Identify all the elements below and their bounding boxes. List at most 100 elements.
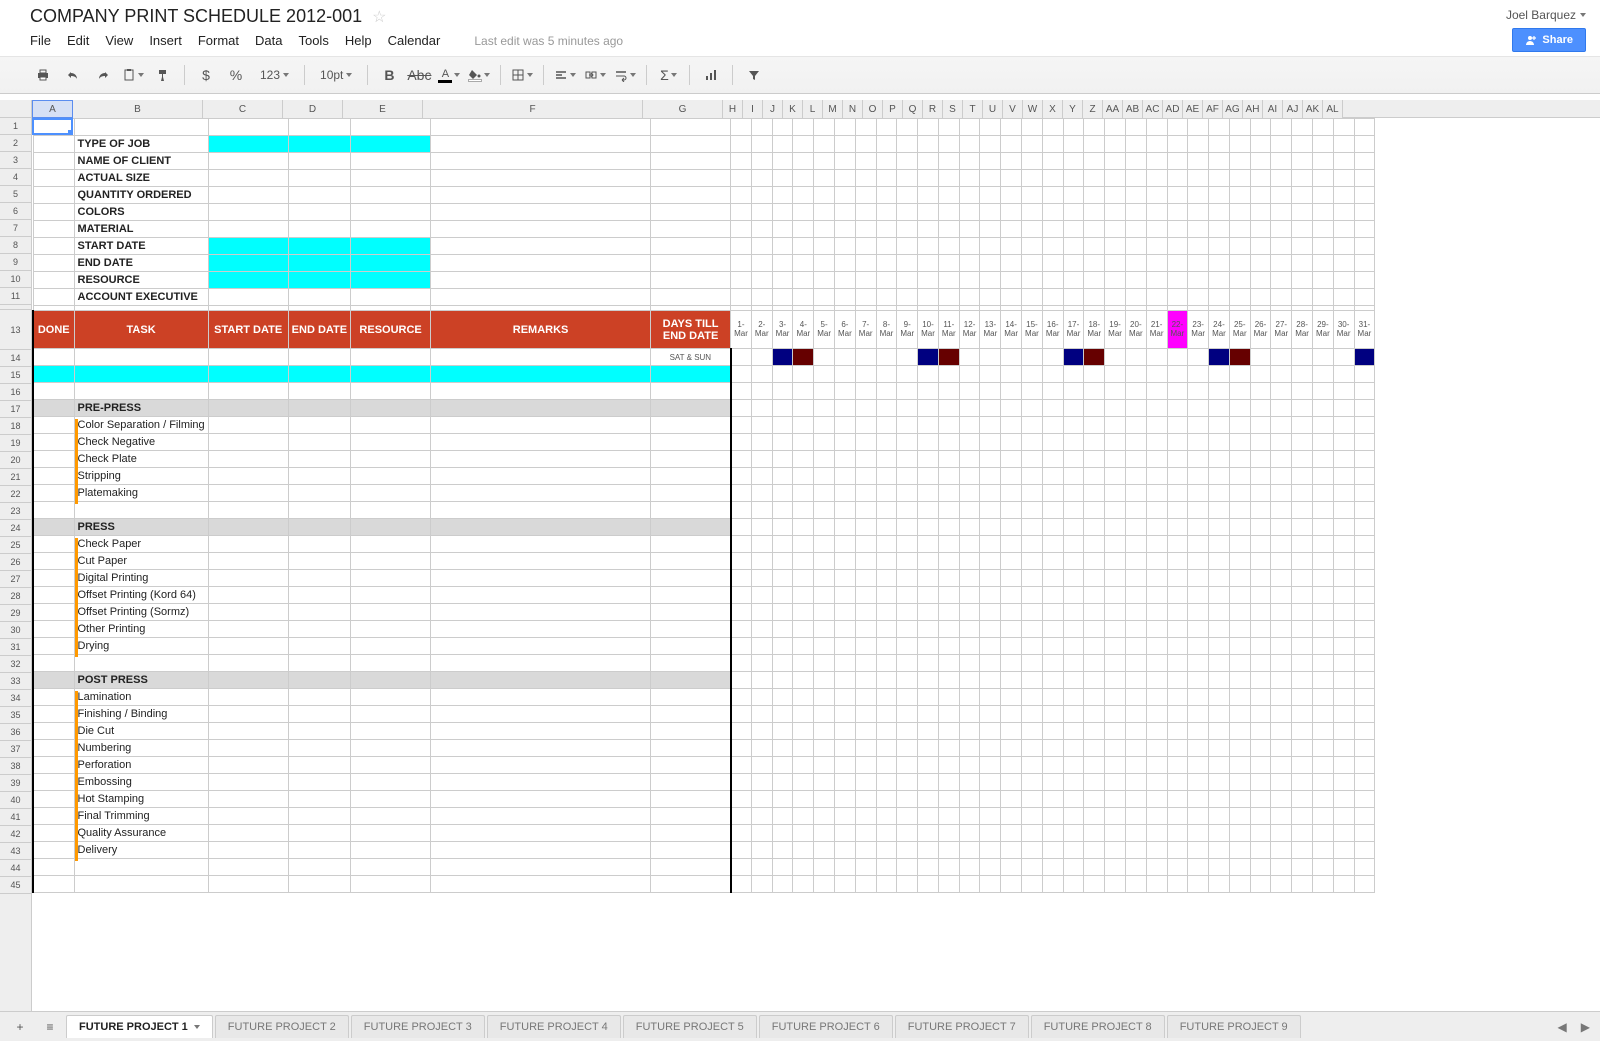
col-header[interactable]: W: [1023, 100, 1043, 118]
menu-data[interactable]: Data: [255, 33, 282, 48]
undo-icon[interactable]: [60, 62, 86, 88]
clipboard-icon[interactable]: [120, 62, 146, 88]
functions-icon[interactable]: Σ: [655, 62, 681, 88]
row-header[interactable]: 7: [0, 220, 31, 237]
col-header[interactable]: F: [423, 100, 643, 118]
menu-format[interactable]: Format: [198, 33, 239, 48]
row-header[interactable]: 25: [0, 537, 31, 554]
menu-view[interactable]: View: [105, 33, 133, 48]
row-header[interactable]: 44: [0, 860, 31, 877]
sheet-tab[interactable]: FUTURE PROJECT 7: [895, 1015, 1029, 1038]
row-header[interactable]: 17: [0, 401, 31, 418]
row-header[interactable]: 16: [0, 384, 31, 401]
col-header[interactable]: AJ: [1283, 100, 1303, 118]
col-header[interactable]: G: [643, 100, 723, 118]
sheet-tab[interactable]: FUTURE PROJECT 6: [759, 1015, 893, 1038]
row-header[interactable]: 39: [0, 775, 31, 792]
row-header[interactable]: 27: [0, 571, 31, 588]
sheet-tab[interactable]: FUTURE PROJECT 9: [1167, 1015, 1301, 1038]
row-header[interactable]: 8: [0, 237, 31, 254]
col-header[interactable]: AE: [1183, 100, 1203, 118]
chart-icon[interactable]: [698, 62, 724, 88]
col-header[interactable]: X: [1043, 100, 1063, 118]
wrap-icon[interactable]: [612, 62, 638, 88]
redo-icon[interactable]: [90, 62, 116, 88]
all-sheets-button[interactable]: ≡: [36, 1015, 64, 1039]
col-header[interactable]: U: [983, 100, 1003, 118]
col-header[interactable]: AC: [1143, 100, 1163, 118]
row-header[interactable]: 6: [0, 203, 31, 220]
col-header[interactable]: E: [343, 100, 423, 118]
col-header[interactable]: B: [73, 100, 203, 118]
col-header[interactable]: AD: [1163, 100, 1183, 118]
col-header[interactable]: I: [743, 100, 763, 118]
col-header[interactable]: A: [32, 100, 73, 118]
col-header[interactable]: AL: [1323, 100, 1343, 118]
col-header[interactable]: Y: [1063, 100, 1083, 118]
row-header[interactable]: 34: [0, 690, 31, 707]
col-header[interactable]: P: [883, 100, 903, 118]
menu-help[interactable]: Help: [345, 33, 372, 48]
row-header[interactable]: 24: [0, 520, 31, 537]
sheet-tab[interactable]: FUTURE PROJECT 1: [66, 1015, 213, 1038]
filter-icon[interactable]: [741, 62, 767, 88]
menu-tools[interactable]: Tools: [298, 33, 328, 48]
row-header[interactable]: 22: [0, 486, 31, 503]
row-header[interactable]: 14: [0, 350, 31, 367]
text-color-icon[interactable]: A: [436, 62, 462, 88]
col-header[interactable]: D: [283, 100, 343, 118]
print-icon[interactable]: [30, 62, 56, 88]
col-header[interactable]: H: [723, 100, 743, 118]
col-header[interactable]: C: [203, 100, 283, 118]
spreadsheet-grid[interactable]: TYPE OF JOBNAME OF CLIENTACTUAL SIZEQUAN…: [32, 118, 1375, 893]
col-header[interactable]: AH: [1243, 100, 1263, 118]
row-header[interactable]: 31: [0, 639, 31, 656]
row-header[interactable]: 5: [0, 186, 31, 203]
doc-title[interactable]: COMPANY PRINT SCHEDULE 2012-001: [30, 6, 362, 27]
merge-icon[interactable]: [582, 62, 608, 88]
currency-icon[interactable]: $: [193, 62, 219, 88]
row-header[interactable]: 20: [0, 452, 31, 469]
tab-next-icon[interactable]: ▶: [1577, 1016, 1594, 1038]
row-header[interactable]: 42: [0, 826, 31, 843]
font-size[interactable]: 10pt: [313, 62, 359, 88]
col-header[interactable]: L: [803, 100, 823, 118]
col-header[interactable]: M: [823, 100, 843, 118]
percent-icon[interactable]: %: [223, 62, 249, 88]
row-header[interactable]: 18: [0, 418, 31, 435]
col-header[interactable]: N: [843, 100, 863, 118]
fill-color-icon[interactable]: [466, 62, 492, 88]
tab-prev-icon[interactable]: ◀: [1554, 1016, 1571, 1038]
share-button[interactable]: Share: [1512, 28, 1586, 52]
col-header[interactable]: R: [923, 100, 943, 118]
row-header[interactable]: 26: [0, 554, 31, 571]
row-header[interactable]: 10: [0, 271, 31, 288]
col-header[interactable]: AB: [1123, 100, 1143, 118]
borders-icon[interactable]: [509, 62, 535, 88]
row-header[interactable]: 37: [0, 741, 31, 758]
row-header[interactable]: 30: [0, 622, 31, 639]
add-sheet-button[interactable]: +: [6, 1015, 34, 1039]
col-header[interactable]: K: [783, 100, 803, 118]
row-header[interactable]: 32: [0, 656, 31, 673]
col-header[interactable]: AA: [1103, 100, 1123, 118]
col-header[interactable]: AG: [1223, 100, 1243, 118]
row-header[interactable]: 41: [0, 809, 31, 826]
row-header[interactable]: 28: [0, 588, 31, 605]
row-header[interactable]: 45: [0, 877, 31, 894]
menu-insert[interactable]: Insert: [149, 33, 182, 48]
row-header[interactable]: 19: [0, 435, 31, 452]
sheet-tab[interactable]: FUTURE PROJECT 5: [623, 1015, 757, 1038]
paint-format-icon[interactable]: [150, 62, 176, 88]
row-header[interactable]: 35: [0, 707, 31, 724]
row-header[interactable]: 4: [0, 169, 31, 186]
row-header[interactable]: 21: [0, 469, 31, 486]
user-menu[interactable]: Joel Barquez: [1506, 8, 1586, 22]
row-header[interactable]: 36: [0, 724, 31, 741]
row-header[interactable]: 43: [0, 843, 31, 860]
row-header[interactable]: 40: [0, 792, 31, 809]
number-format[interactable]: 123: [253, 62, 296, 88]
row-header[interactable]: 3: [0, 152, 31, 169]
col-header[interactable]: J: [763, 100, 783, 118]
menu-edit[interactable]: Edit: [67, 33, 89, 48]
